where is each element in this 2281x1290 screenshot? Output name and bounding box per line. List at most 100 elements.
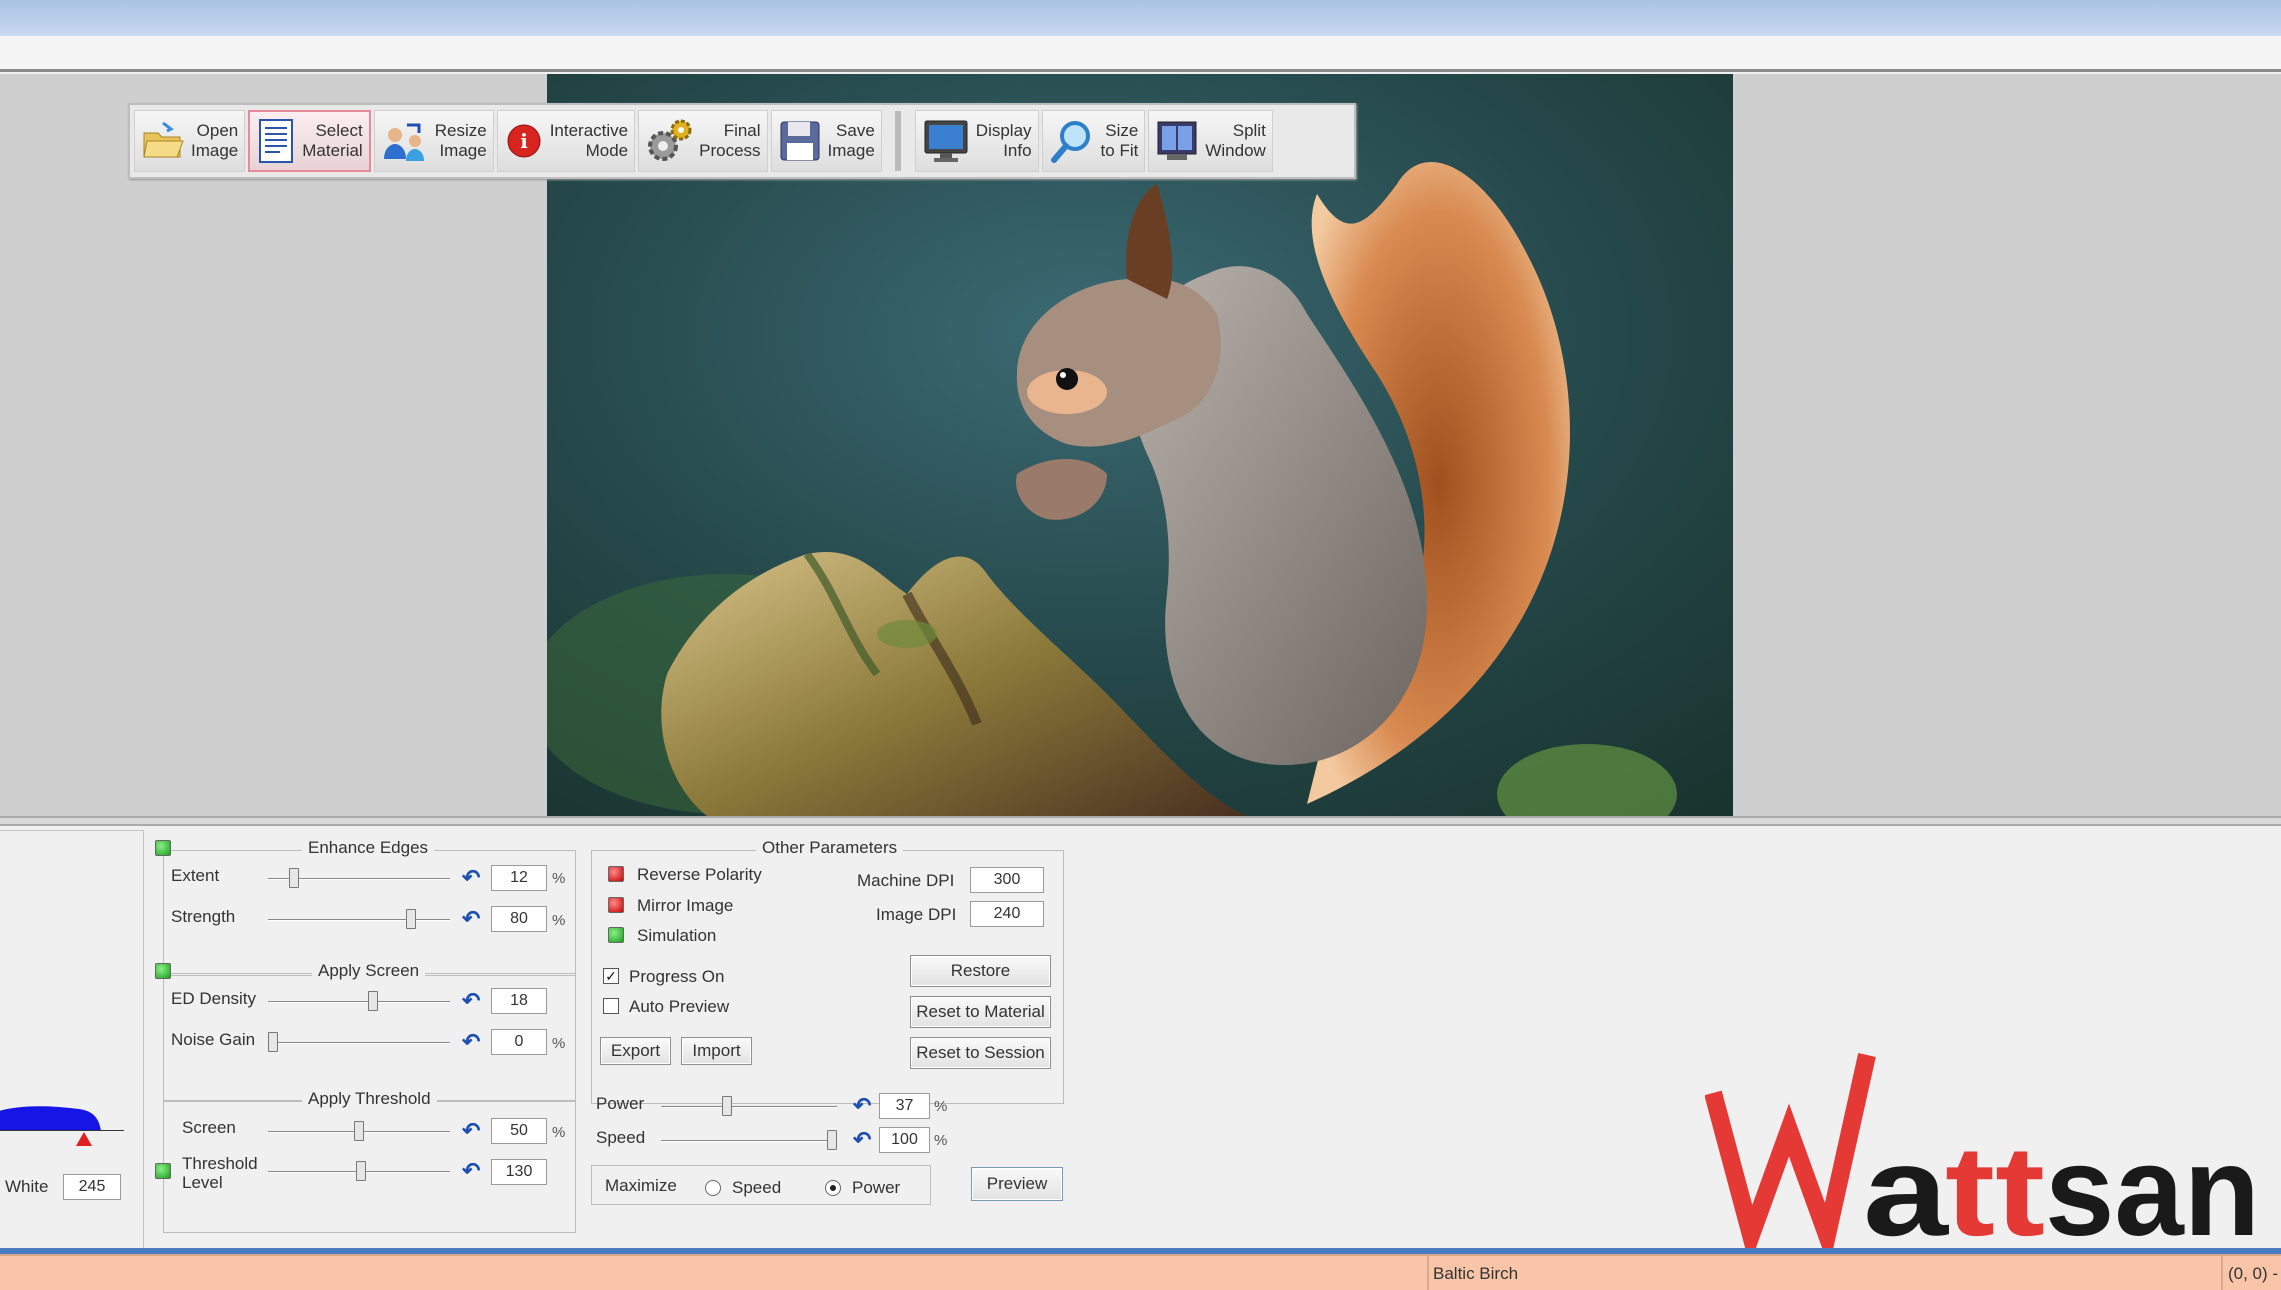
simulation-label[interactable]: Simulation — [637, 926, 716, 946]
threshold-reset-icon[interactable]: ↶ — [462, 1160, 480, 1182]
noise-gain-unit: % — [552, 1035, 566, 1052]
screen-value-field[interactable]: 50 — [491, 1118, 547, 1144]
auto-preview-checkbox[interactable] — [603, 998, 619, 1014]
white-value-field[interactable]: 245 — [63, 1174, 121, 1200]
open-image-button[interactable]: Open Image — [134, 110, 246, 172]
extent-value-field[interactable]: 12 — [491, 865, 547, 891]
split-window-icon — [1157, 121, 1197, 160]
import-button[interactable]: Import — [681, 1037, 752, 1065]
ed-density-value-field[interactable]: 18 — [491, 988, 547, 1014]
main-toolbar: Open Image Select Material Resize Image … — [128, 103, 1356, 179]
restore-button[interactable]: Restore — [910, 955, 1051, 987]
simulation-indicator[interactable] — [608, 927, 624, 943]
threshold-slider-thumb[interactable] — [355, 1161, 366, 1181]
white-point-marker[interactable] — [75, 1131, 93, 1147]
power-slider-thumb[interactable] — [722, 1096, 733, 1116]
select-material-label: Select Material — [302, 121, 363, 160]
noise-gain-slider-thumb[interactable] — [268, 1032, 278, 1052]
noise-gain-value-field[interactable]: 0 — [491, 1029, 547, 1055]
image-canvas[interactable] — [547, 74, 1733, 816]
strength-slider-thumb[interactable] — [405, 909, 416, 929]
ed-density-slider-thumb[interactable] — [367, 991, 378, 1011]
document-list-icon — [259, 119, 294, 163]
image-dpi-field[interactable]: 240 — [970, 901, 1044, 927]
svg-text:tt: tt — [1945, 1120, 2045, 1255]
enhance-edges-enable-indicator[interactable] — [155, 840, 171, 856]
split-window-button[interactable]: Split Window — [1148, 110, 1273, 172]
speed-slider-thumb[interactable] — [827, 1130, 837, 1150]
noise-gain-reset-icon[interactable]: ↶ — [462, 1031, 480, 1053]
reverse-polarity-label[interactable]: Reverse Polarity — [637, 865, 762, 885]
speed-slider-track[interactable] — [661, 1140, 837, 1142]
strength-value-field[interactable]: 80 — [491, 906, 547, 932]
machine-dpi-field[interactable]: 300 — [970, 867, 1044, 893]
save-image-button[interactable]: Save Image — [770, 110, 882, 172]
image-dpi-label: Image DPI — [876, 905, 957, 924]
screen-reset-icon[interactable]: ↶ — [462, 1120, 480, 1142]
extent-unit: % — [552, 870, 566, 887]
auto-preview-label[interactable]: Auto Preview — [629, 997, 729, 1017]
histogram-panel: White 245 — [0, 830, 144, 1250]
maximize-speed-radio[interactable] — [705, 1180, 721, 1196]
extent-reset-icon[interactable]: ↶ — [462, 867, 480, 889]
select-material-button[interactable]: Select Material — [248, 110, 371, 172]
extent-label: Extent — [171, 866, 220, 885]
preview-button[interactable]: Preview — [971, 1167, 1063, 1201]
power-value-field[interactable]: 37 — [879, 1093, 930, 1119]
ed-density-reset-icon[interactable]: ↶ — [462, 990, 480, 1012]
maximize-label: Maximize — [605, 1176, 677, 1195]
squirrel-photo — [547, 74, 1733, 816]
reset-to-material-button[interactable]: Reset to Material — [910, 996, 1051, 1028]
parameters-panel: White 245 Enhance Edges Extent ↶ 12 % St… — [0, 826, 2281, 1255]
mirror-image-label[interactable]: Mirror Image — [637, 896, 733, 916]
maximize-power-radio[interactable] — [825, 1180, 841, 1196]
wattsan-logo: a tt san — [1705, 1053, 2260, 1255]
screen-slider-thumb[interactable] — [354, 1121, 364, 1141]
noise-gain-slider-track[interactable] — [268, 1042, 450, 1044]
speed-value-field[interactable]: 100 — [879, 1127, 930, 1153]
export-button[interactable]: Export — [600, 1037, 671, 1065]
split-window-label: Split Window — [1205, 121, 1266, 160]
progress-on-label[interactable]: Progress On — [629, 967, 724, 987]
horizontal-splitter[interactable] — [0, 816, 2281, 826]
power-slider-track[interactable] — [661, 1106, 837, 1108]
final-process-button[interactable]: Final Process — [638, 110, 768, 172]
apply-threshold-title: Apply Threshold — [302, 1089, 437, 1109]
power-reset-icon[interactable]: ↶ — [853, 1095, 871, 1117]
maximize-speed-label[interactable]: Speed — [732, 1178, 781, 1198]
material-status: Baltic Birch — [1433, 1264, 1519, 1283]
status-bar: Baltic Birch (0, 0) - — [0, 1254, 2281, 1290]
threshold-enable-indicator[interactable] — [155, 1163, 171, 1179]
resize-image-label: Resize Image — [434, 121, 487, 160]
final-process-label: Final Process — [699, 121, 761, 160]
strength-unit: % — [552, 912, 566, 929]
screen-label: Screen — [182, 1118, 236, 1137]
extent-slider-thumb[interactable] — [288, 868, 299, 888]
mirror-image-indicator[interactable] — [608, 897, 624, 913]
speed-label: Speed — [596, 1128, 646, 1147]
size-to-fit-button[interactable]: Size to Fit — [1041, 110, 1146, 172]
progress-on-checkbox[interactable]: ✓ — [603, 968, 619, 984]
reverse-polarity-indicator[interactable] — [608, 866, 624, 882]
interactive-mode-label: Interactive Mode — [549, 121, 629, 160]
resize-image-button[interactable]: Resize Image — [373, 110, 494, 172]
apply-screen-enable-indicator[interactable] — [155, 963, 171, 979]
power-unit: % — [934, 1098, 948, 1115]
interactive-mode-button[interactable]: i Interactive Mode — [496, 110, 636, 172]
size-to-fit-label: Size to Fit — [1100, 121, 1139, 160]
ed-density-slider-track[interactable] — [268, 1001, 450, 1003]
strength-reset-icon[interactable]: ↶ — [462, 908, 480, 930]
menu-bar — [0, 36, 2281, 72]
toolbar-separator — [894, 111, 901, 171]
strength-slider-track[interactable] — [268, 919, 450, 921]
threshold-value-field[interactable]: 130 — [491, 1159, 547, 1185]
info-icon: i — [507, 124, 541, 158]
display-info-button[interactable]: Display Info — [914, 110, 1039, 172]
maximize-power-label[interactable]: Power — [852, 1178, 900, 1198]
apply-screen-title: Apply Screen — [312, 961, 426, 981]
speed-reset-icon[interactable]: ↶ — [853, 1129, 871, 1151]
display-info-label: Display Info — [975, 121, 1032, 160]
svg-text:san: san — [2045, 1120, 2260, 1255]
reset-to-session-button[interactable]: Reset to Session — [910, 1037, 1051, 1069]
strength-label: Strength — [171, 907, 236, 926]
